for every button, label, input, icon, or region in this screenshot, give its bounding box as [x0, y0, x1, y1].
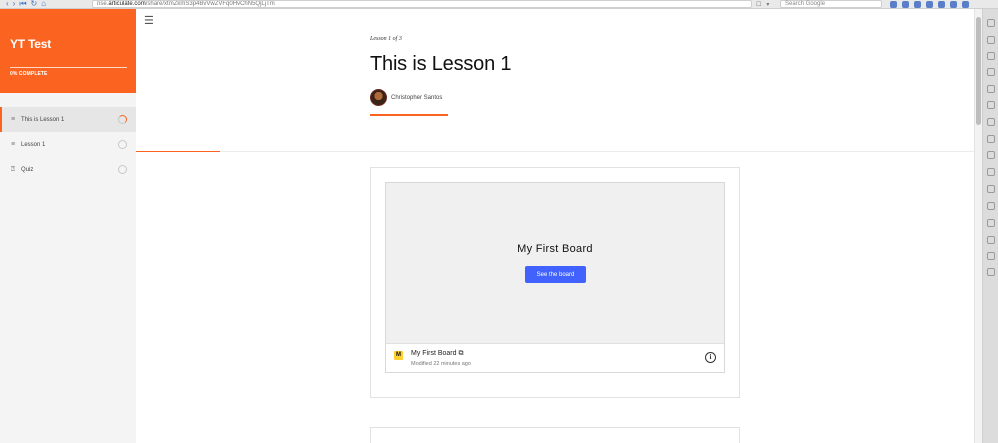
- browser-nav: ‹ › ⏮ ↻ ⌂: [0, 0, 92, 8]
- add-panel-icon[interactable]: [987, 268, 995, 276]
- address-bar[interactable]: rise.articulate.com/share/xtmZkmS3p4BvVw…: [92, 0, 752, 8]
- notes-icon[interactable]: [987, 85, 995, 93]
- avatar: [370, 89, 387, 106]
- board-preview: My First Board See the board: [386, 183, 724, 343]
- page-title: This is Lesson 1: [370, 53, 512, 75]
- bookmarks-icon[interactable]: [987, 36, 995, 44]
- browser-toolbar: ‹ › ⏮ ↻ ⌂ rise.articulate.com/share/xtmZ…: [0, 0, 998, 9]
- extension-icon[interactable]: [938, 0, 945, 8]
- chat-icon[interactable]: [987, 219, 995, 227]
- external-link-icon: ⧉: [458, 350, 464, 357]
- lesson-count: Lesson 1 of 3: [370, 36, 402, 42]
- lesson-content: ☰ Lesson 1 of 3 This is Lesson 1 Christo…: [136, 9, 974, 443]
- history-icon[interactable]: ⏮: [19, 0, 26, 8]
- feed-icon[interactable]: [987, 185, 995, 193]
- embed-block: My First Board See the board M My First …: [370, 167, 740, 398]
- page-scrollbar[interactable]: [974, 9, 982, 443]
- panel-icon[interactable]: [987, 19, 995, 27]
- search-input[interactable]: Search Google: [780, 0, 882, 8]
- lines-icon: ≡: [10, 141, 16, 148]
- mail-icon[interactable]: [987, 135, 995, 143]
- sidebar-item-this-is-lesson-1[interactable]: ≡ This is Lesson 1: [0, 107, 136, 132]
- info-icon[interactable]: i: [705, 352, 716, 363]
- forward-icon[interactable]: ›: [13, 0, 16, 8]
- embed-footer: M My First Board ⧉ Modified 22 minutes ag…: [386, 343, 724, 372]
- lesson-list: ≡ This is Lesson 1 ≡ Lesson 1 ⍰ Quiz: [0, 107, 136, 182]
- back-icon[interactable]: ‹: [6, 0, 9, 8]
- extension-icon[interactable]: [926, 0, 933, 8]
- dropdown-icon[interactable]: ▾: [766, 1, 769, 8]
- modified-time: Modified 22 minutes ago: [411, 361, 471, 367]
- window-icon[interactable]: [987, 101, 995, 109]
- extension-icon[interactable]: [914, 0, 921, 8]
- lesson-progress-bar: [136, 151, 220, 152]
- browser-side-rail: [982, 9, 998, 443]
- toolbar-actions: ☐ ▾: [752, 1, 778, 8]
- translate-icon[interactable]: [987, 202, 995, 210]
- progress-text: 0% COMPLETE: [10, 71, 48, 77]
- title-underline: [370, 114, 448, 116]
- question-icon: ⍰: [10, 165, 16, 173]
- author-name: Christopher Santos: [391, 94, 443, 101]
- course-title: YT Test: [10, 37, 52, 51]
- extension-icons: [882, 0, 969, 8]
- url-path: /share/xtmZkmS3p4BvVwZVFq0HvChN5QjLjTm: [145, 1, 275, 7]
- calendar-icon[interactable]: [987, 151, 995, 159]
- extension-icon[interactable]: [950, 0, 957, 8]
- history-icon[interactable]: [987, 68, 995, 76]
- capture-icon[interactable]: [987, 118, 995, 126]
- progress-ring-icon: [118, 115, 127, 124]
- bookmark-icon[interactable]: ☐: [756, 1, 761, 8]
- tasks-icon[interactable]: [987, 168, 995, 176]
- progress-ring-icon: [118, 165, 127, 174]
- next-block: [370, 427, 740, 443]
- wikipedia-icon[interactable]: [987, 252, 995, 260]
- extension-icon[interactable]: [962, 0, 969, 8]
- profile-icon[interactable]: [890, 0, 897, 8]
- download-icon[interactable]: [987, 52, 995, 60]
- header-divider: [136, 151, 974, 152]
- sidebar-item-quiz[interactable]: ⍰ Quiz: [0, 157, 136, 182]
- url-domain: articulate.com: [108, 1, 146, 7]
- miro-logo-icon: M: [394, 351, 403, 360]
- menu-icon[interactable]: ☰: [144, 16, 154, 27]
- course-sidebar: YT Test 0% COMPLETE ≡ This is Lesson 1 ≡…: [0, 9, 136, 443]
- home-icon[interactable]: ⌂: [41, 0, 46, 8]
- scrollbar-thumb[interactable]: [976, 17, 981, 125]
- see-the-board-button[interactable]: See the board: [525, 266, 586, 283]
- board-link[interactable]: My First Board ⧉: [411, 350, 464, 358]
- url-prefix: rise.: [97, 1, 109, 7]
- board-title: My First Board: [517, 243, 593, 255]
- board-link-label: My First Board: [411, 350, 457, 357]
- sidebar-item-lesson-1[interactable]: ≡ Lesson 1: [0, 132, 136, 157]
- vivaldi-icon[interactable]: [987, 236, 995, 244]
- progress-rule: [10, 67, 127, 68]
- extension-icon[interactable]: [902, 0, 909, 8]
- lines-icon: ≡: [10, 116, 16, 123]
- progress-ring-icon: [118, 140, 127, 149]
- author: Christopher Santos: [370, 89, 442, 106]
- reload-icon[interactable]: ↻: [31, 0, 38, 8]
- sidebar-header: YT Test 0% COMPLETE: [0, 9, 136, 93]
- miro-embed: My First Board See the board M My First …: [385, 182, 725, 373]
